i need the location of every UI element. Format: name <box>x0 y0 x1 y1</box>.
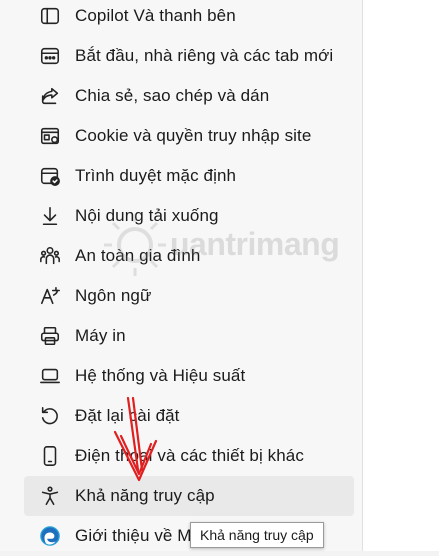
nav-item-accessibility[interactable]: Khả năng truy cập <box>24 476 354 516</box>
nav-item-label: Ngôn ngữ <box>75 286 152 305</box>
phone-icon <box>38 444 62 468</box>
nav-item-cookies-site-permissions[interactable]: Cookie và quyền truy nhập site <box>24 116 354 156</box>
nav-item-phone-devices[interactable]: Điện thoại và các thiết bị khác <box>24 436 354 476</box>
nav-item-label: Trình duyệt mặc định <box>75 166 237 185</box>
nav-item-label: An toàn gia đình <box>75 246 201 265</box>
nav-item-label: Khả năng truy cập <box>75 486 215 505</box>
sidebar-icon <box>38 4 62 28</box>
nav-item-system-performance[interactable]: Hệ thống và Hiệu suất <box>24 356 354 396</box>
nav-item-label: Hệ thống và Hiệu suất <box>75 366 246 385</box>
nav-item-downloads[interactable]: Nội dung tải xuống <box>24 196 354 236</box>
nav-item-reset-settings[interactable]: Đặt lại cài đặt <box>24 396 354 436</box>
nav-item-label: Giới thiệu về M <box>75 526 192 545</box>
reset-icon <box>38 404 62 428</box>
nav-item-label: Đặt lại cài đặt <box>75 406 180 425</box>
nav-item-label: Điện thoại và các thiết bị khác <box>75 446 304 465</box>
nav-item-start-home-newtab[interactable]: Bắt đầu, nhà riêng và các tab mới <box>24 36 354 76</box>
language-icon <box>38 284 62 308</box>
nav-item-label: Chia sẻ, sao chép và dán <box>75 86 270 105</box>
nav-item-family-safety[interactable]: An toàn gia đình <box>24 236 354 276</box>
tooltip: Khả năng truy cập <box>190 522 324 548</box>
family-icon <box>38 244 62 268</box>
nav-item-label: Bắt đầu, nhà riêng và các tab mới <box>75 46 334 65</box>
edge-logo-icon <box>38 524 62 548</box>
default-browser-icon <box>38 164 62 188</box>
nav-item-label: Cookie và quyền truy nhập site <box>75 126 312 145</box>
start-page-icon <box>38 44 62 68</box>
share-icon <box>38 84 62 108</box>
printer-icon <box>38 324 62 348</box>
nav-item-label: Nội dung tải xuống <box>75 206 219 225</box>
accessibility-icon <box>38 484 62 508</box>
nav-item-copilot-sidebar[interactable]: Copilot Và thanh bên <box>24 0 354 36</box>
cookie-permissions-icon <box>38 124 62 148</box>
laptop-icon <box>38 364 62 388</box>
content-area <box>363 0 439 551</box>
nav-item-label: Copilot Và thanh bên <box>75 6 236 25</box>
download-icon <box>38 204 62 228</box>
nav-item-label: Máy in <box>75 326 126 345</box>
nav-item-default-browser[interactable]: Trình duyệt mặc định <box>24 156 354 196</box>
nav-item-share-copy-paste[interactable]: Chia sẻ, sao chép và dán <box>24 76 354 116</box>
nav-item-languages[interactable]: Ngôn ngữ <box>24 276 354 316</box>
nav-item-printers[interactable]: Máy in <box>24 316 354 356</box>
